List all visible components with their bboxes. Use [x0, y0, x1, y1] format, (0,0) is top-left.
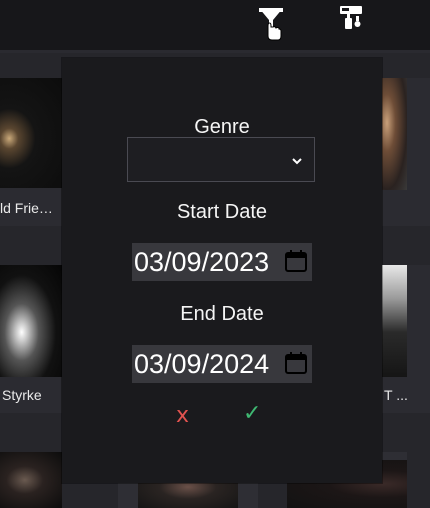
media-card[interactable] — [0, 452, 62, 508]
end-date-input[interactable]: 03/09/2024 — [132, 345, 312, 383]
media-card[interactable]: ld Frie… — [0, 78, 62, 226]
media-thumbnail — [382, 78, 407, 190]
chevron-down-icon — [290, 153, 304, 167]
media-card-title: ld Frie… — [0, 200, 53, 216]
media-card[interactable] — [382, 78, 430, 226]
start-date-input[interactable]: 03/09/2023 — [132, 243, 312, 281]
media-card-title: Styrke — [2, 387, 42, 403]
start-date-label: Start Date — [176, 201, 268, 223]
end-date-label: End Date — [180, 303, 264, 325]
media-thumbnail — [0, 265, 62, 377]
calendar-icon[interactable] — [284, 249, 308, 273]
paint-roller-icon[interactable] — [339, 5, 365, 31]
end-date-value: 03/09/2024 — [134, 349, 270, 379]
genre-label: Genre — [194, 116, 250, 138]
start-date-value: 03/09/2023 — [134, 247, 270, 277]
genre-select[interactable] — [127, 137, 315, 182]
media-card-title: T ... — [384, 387, 408, 403]
calendar-icon[interactable] — [284, 351, 308, 375]
filter-panel: Genre Start Date 03/09/2023 End Date 03/… — [62, 58, 382, 483]
confirm-button[interactable]: ✓ — [243, 403, 261, 425]
media-card[interactable]: Styrke — [0, 265, 62, 413]
filter-icon[interactable] — [258, 6, 284, 42]
media-thumbnail — [0, 452, 62, 508]
media-thumbnail — [382, 265, 407, 377]
cancel-button[interactable]: x — [176, 405, 189, 427]
top-bar — [0, 0, 430, 50]
media-card[interactable]: T ... — [382, 265, 430, 413]
media-thumbnail — [0, 78, 62, 188]
